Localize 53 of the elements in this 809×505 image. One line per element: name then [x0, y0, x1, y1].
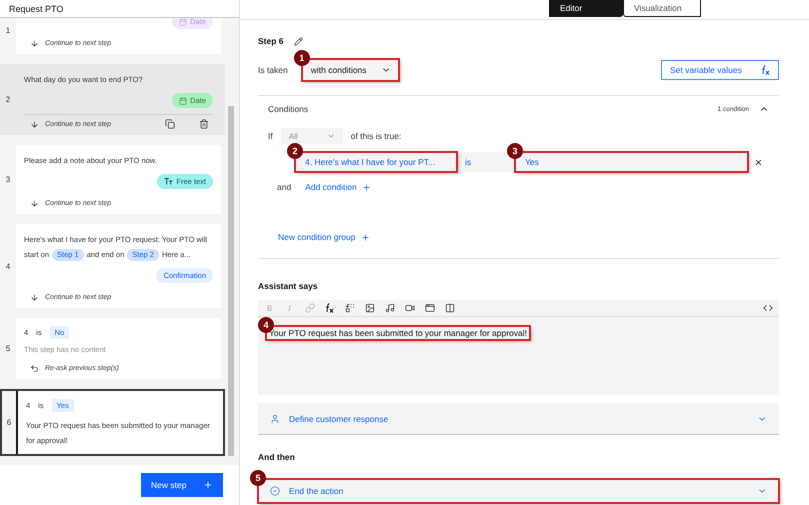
calendar-icon: [179, 96, 188, 104]
check-circle-icon: [270, 486, 280, 496]
video-icon: [404, 303, 414, 313]
link-icon: [304, 303, 314, 313]
image-icon: [364, 303, 374, 313]
edit-icon: [294, 36, 303, 46]
step-number: 4: [4, 260, 12, 272]
match-text: of this is true:: [350, 131, 402, 141]
plus-icon: [203, 480, 213, 490]
arrow-down-icon: [30, 120, 39, 128]
calendar-icon: [179, 18, 188, 26]
step-number: 5: [4, 343, 12, 355]
section-title: Assistant says: [258, 281, 318, 291]
frame-icon: [424, 303, 434, 313]
callout-number: 3: [507, 143, 523, 159]
view-tab[interactable]: Visualization: [623, 0, 701, 17]
music-note-icon: [384, 303, 394, 313]
function-icon: [325, 303, 334, 313]
callout-number: 2: [287, 143, 303, 159]
and-label: and: [277, 182, 292, 192]
text-size-icon: [164, 178, 174, 185]
step-number: 2: [4, 94, 12, 106]
step-number: 3: [4, 174, 12, 186]
condition-variable-field[interactable]: 4. Here's what I have for your PT...: [295, 152, 457, 172]
flow-title: Request PTO: [0, 0, 239, 18]
field-label: Is taken: [258, 65, 288, 75]
section-title: And then: [258, 452, 295, 462]
close-icon[interactable]: [754, 158, 763, 166]
new-step-button[interactable]: New step: [141, 473, 223, 497]
callout-number: 5: [250, 470, 266, 486]
delete-icon[interactable]: [199, 119, 209, 129]
copy-icon[interactable]: [165, 119, 175, 129]
code-icon: [762, 303, 772, 313]
add-condition-link[interactable]: Add condition: [305, 182, 371, 192]
plus-icon: [362, 182, 371, 192]
view-tab[interactable]: Editor: [549, 0, 623, 17]
section-title: Conditions: [268, 104, 308, 114]
arrow-down-icon: [30, 293, 39, 302]
define-customer-response-row[interactable]: Define customer response: [258, 403, 779, 435]
step-title: Step 6: [258, 36, 284, 46]
function-icon: [761, 65, 770, 75]
return-icon: [30, 364, 39, 373]
plus-icon: [360, 232, 370, 242]
if-label: If: [268, 131, 273, 141]
columns-icon: [444, 303, 454, 313]
new-condition-group-link[interactable]: New condition group: [278, 232, 370, 242]
set-variable-values-button[interactable]: Set variable values: [661, 60, 779, 80]
callout-number: 1: [294, 50, 310, 66]
person-icon: [270, 414, 280, 424]
chevron-down-icon: [326, 132, 335, 140]
arrow-down-icon: [30, 39, 39, 48]
arrow-down-icon: [30, 199, 39, 208]
step-number: 1: [4, 24, 12, 36]
